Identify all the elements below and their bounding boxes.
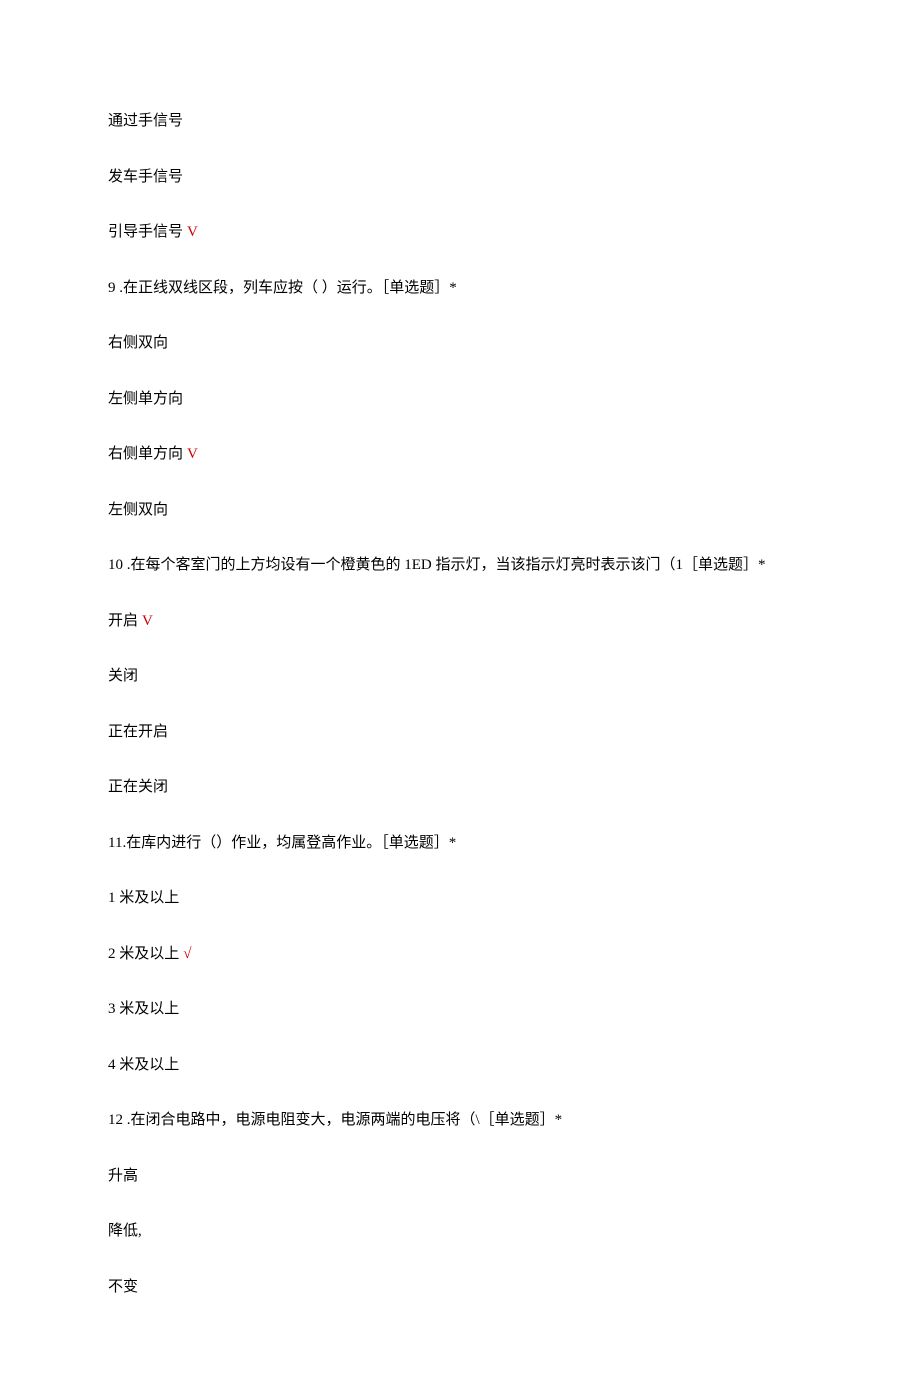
- option-q9-c: 右侧单方向V: [108, 443, 812, 466]
- correct-mark-icon: V: [187, 446, 198, 462]
- option-q9-a: 右侧双向: [108, 332, 812, 355]
- option-text: 关闭: [108, 668, 138, 684]
- option-text: 引导手信号: [108, 224, 183, 240]
- question-10: 10 .在每个客室门的上方均设有一个橙黄色的 1ED 指示灯，当该指示灯亮时表示…: [108, 554, 812, 577]
- option-text: 右侧单方向: [108, 446, 183, 462]
- question-11: 11.在库内进行（）作业，均属登高作业。［单选题］*: [108, 832, 812, 855]
- option-q10-d: 正在关闭: [108, 776, 812, 799]
- option-q11-a: 1 米及以上: [108, 887, 812, 910]
- correct-mark-icon: √: [183, 946, 191, 962]
- option-text: 2 米及以上: [108, 946, 179, 962]
- option-text: 3 米及以上: [108, 1001, 179, 1017]
- question-12: 12 .在闭合电路中，电源电阻变大，电源两端的电压将（\［单选题］*: [108, 1109, 812, 1132]
- option-q11-c: 3 米及以上: [108, 998, 812, 1021]
- question-9: 9 .在正线双线区段，列车应按（ ）运行。［单选题］*: [108, 277, 812, 300]
- option-q11-b: 2 米及以上√: [108, 943, 812, 966]
- option-q8-a: 通过手信号: [108, 110, 812, 133]
- option-q10-a: 开启V: [108, 610, 812, 633]
- option-text: 左侧单方向: [108, 391, 183, 407]
- option-q8-b: 发车手信号: [108, 166, 812, 189]
- option-text: 降低,: [108, 1223, 142, 1239]
- option-q12-c: 不变: [108, 1276, 812, 1299]
- option-text: 正在关闭: [108, 779, 168, 795]
- question-text: 9 .在正线双线区段，列车应按（ ）运行。［单选题］*: [108, 280, 457, 296]
- correct-mark-icon: V: [142, 613, 153, 629]
- option-text: 右侧双向: [108, 335, 168, 351]
- option-q11-d: 4 米及以上: [108, 1054, 812, 1077]
- option-text: 通过手信号: [108, 113, 183, 129]
- question-text: 11.在库内进行（）作业，均属登高作业。［单选题］*: [108, 835, 456, 851]
- option-text: 4 米及以上: [108, 1057, 179, 1073]
- question-text: 10 .在每个客室门的上方均设有一个橙黄色的 1ED 指示灯，当该指示灯亮时表示…: [108, 557, 766, 573]
- option-text: 1 米及以上: [108, 890, 179, 906]
- option-q9-d: 左侧双向: [108, 499, 812, 522]
- option-q10-b: 关闭: [108, 665, 812, 688]
- option-text: 正在开启: [108, 724, 168, 740]
- option-q12-a: 升高: [108, 1165, 812, 1188]
- option-text: 开启: [108, 613, 138, 629]
- option-q9-b: 左侧单方向: [108, 388, 812, 411]
- question-text: 12 .在闭合电路中，电源电阻变大，电源两端的电压将（\［单选题］*: [108, 1112, 562, 1128]
- option-text: 不变: [108, 1279, 138, 1295]
- option-q8-c: 引导手信号V: [108, 221, 812, 244]
- option-q10-c: 正在开启: [108, 721, 812, 744]
- option-q12-b: 降低,: [108, 1220, 812, 1243]
- option-text: 发车手信号: [108, 169, 183, 185]
- option-text: 左侧双向: [108, 502, 168, 518]
- correct-mark-icon: V: [187, 224, 198, 240]
- option-text: 升高: [108, 1168, 138, 1184]
